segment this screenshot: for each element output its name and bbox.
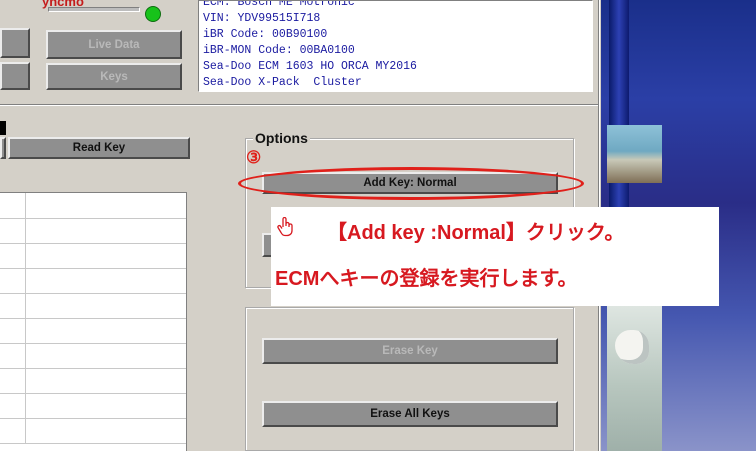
left-sidebar-buttons [0, 28, 30, 90]
step-marker: ③ [246, 148, 262, 167]
hand-pointer-icon [277, 216, 295, 237]
progress-slider [48, 7, 140, 12]
options-legend: Options [253, 130, 310, 146]
overlay-line-2: ECMへキーの登録を実行します。 [275, 268, 578, 290]
table-row [0, 343, 186, 369]
table-row [0, 218, 186, 244]
info-line: VIN: YDV99515I718 [203, 12, 321, 25]
info-line: iBR-MON Code: 00BA0100 [203, 44, 355, 57]
table-row [0, 193, 186, 219]
table-row [0, 418, 186, 444]
info-line: Sea-Doo ECM 1603 HO ORCA MY2016 [203, 60, 417, 73]
status-led [145, 6, 161, 22]
key-grid[interactable] [0, 192, 187, 451]
erase-all-keys-button[interactable]: Erase All Keys [262, 401, 558, 427]
table-row [0, 318, 186, 344]
keys-button[interactable]: Keys [46, 63, 182, 90]
live-data-button[interactable]: Live Data [46, 30, 182, 59]
sidebar-button-2[interactable] [0, 62, 30, 90]
table-row [0, 268, 186, 294]
table-row [0, 393, 186, 419]
read-key-button[interactable]: Read Key [8, 137, 190, 159]
sidebar-button-1[interactable] [0, 28, 30, 58]
info-line: ECM: Bosch ME Motronic [203, 0, 355, 9]
highlight-ellipse [238, 167, 584, 200]
table-row [0, 243, 186, 269]
wallpaper-bird [615, 330, 649, 364]
erase-group [245, 307, 574, 451]
info-line: iBR Code: 00B90100 [203, 28, 328, 41]
table-row [0, 293, 186, 319]
wallpaper-light [607, 290, 662, 451]
erase-key-button[interactable]: Erase Key [262, 338, 558, 364]
overlay-line-1: 【Add key :Normal】クリック。 [327, 222, 625, 244]
left-small-button[interactable] [0, 137, 6, 159]
ecu-info-box: ECM: Bosch ME Motronic VIN: YDV99515I718… [198, 0, 593, 92]
instruction-overlay: 【Add key :Normal】クリック。 ECMへキーの登録を実行します。 [271, 207, 719, 306]
table-row [0, 368, 186, 394]
dark-indicator [0, 121, 6, 135]
wallpaper-beach [607, 125, 662, 183]
info-line: Sea-Doo X-Pack Cluster [203, 76, 362, 89]
separator [0, 104, 600, 106]
